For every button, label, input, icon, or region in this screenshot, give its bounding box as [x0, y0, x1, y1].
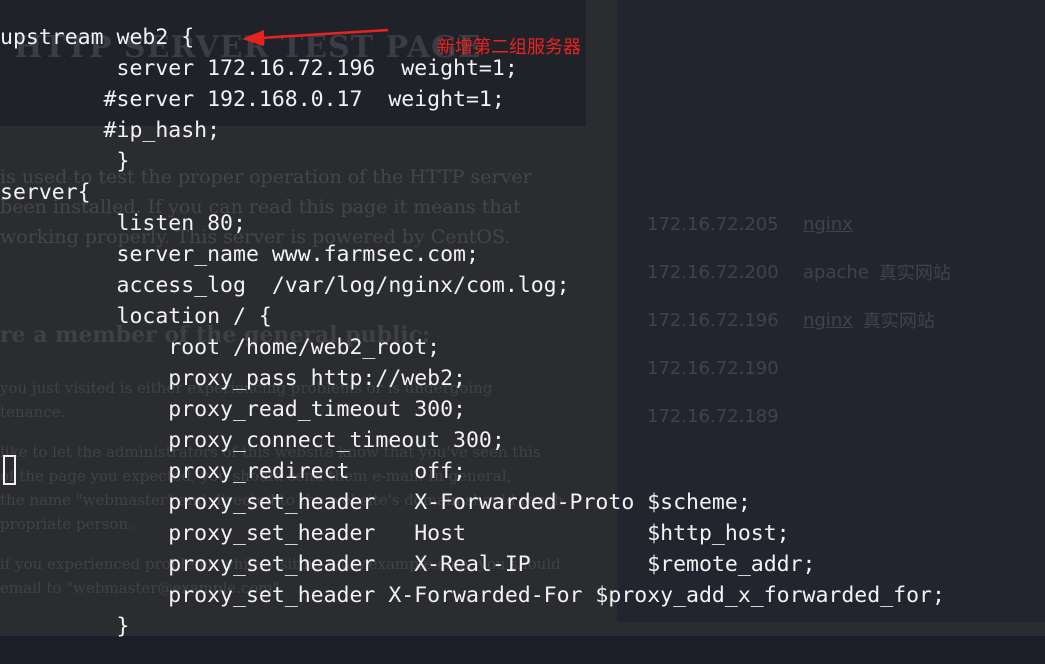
code-line: proxy_pass http://web2;	[0, 366, 466, 391]
code-line: location / {	[0, 304, 272, 329]
annotation-label: 新增第二组服务器	[437, 37, 581, 58]
code-line: proxy_connect_timeout 300;	[0, 428, 505, 453]
code-line: #ip_hash;	[0, 118, 221, 143]
code-line: }	[0, 149, 130, 174]
code-line: proxy_set_header X-Forwarded-Proto $sche…	[0, 490, 751, 515]
code-line: proxy_read_timeout 300;	[0, 397, 466, 422]
code-line: server{	[0, 180, 91, 205]
code-line: listen 80;	[0, 211, 246, 236]
code-line: }	[0, 614, 130, 639]
code-line: #server 192.168.0.17 weight=1;	[0, 87, 505, 112]
code-line: proxy_redirect off;	[0, 459, 466, 484]
code-line: access_log /var/log/nginx/com.log;	[0, 273, 570, 298]
code-line: server_name www.farmsec.com;	[0, 242, 479, 267]
code-line: proxy_set_header X-Real-IP $remote_addr;	[0, 552, 816, 577]
code-line: proxy_set_header Host $http_host;	[0, 521, 790, 546]
annotation-arrow-icon	[242, 28, 389, 46]
text-cursor	[3, 455, 16, 485]
code-line: proxy_set_header X-Forwarded-For $proxy_…	[0, 583, 945, 608]
code-line: root /home/web2_root;	[0, 335, 441, 360]
nginx-config-editor[interactable]: upstream web2 { server 172.16.72.196 wei…	[0, 22, 945, 642]
